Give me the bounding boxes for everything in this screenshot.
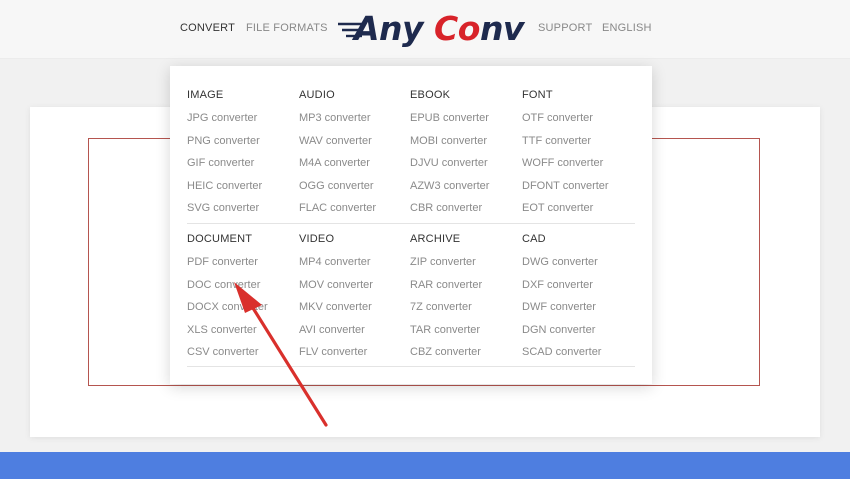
menu-item-dwg-converter[interactable]: DWG converter (522, 255, 632, 269)
menu-item-pdf-converter[interactable]: PDF converter (187, 255, 297, 269)
menu-item-mov-converter[interactable]: MOV converter (299, 278, 409, 292)
menu-item-dwf-converter[interactable]: DWF converter (522, 300, 632, 314)
menu-section-title: CAD (522, 233, 546, 245)
menu-item-7z-converter[interactable]: 7Z converter (410, 300, 520, 314)
menu-section-title: FONT (522, 89, 553, 101)
menu-item-flac-converter[interactable]: FLAC converter (299, 201, 409, 215)
menu-item-dxf-converter[interactable]: DXF converter (522, 278, 632, 292)
menu-item-xls-converter[interactable]: XLS converter (187, 323, 297, 337)
nav-support[interactable]: SUPPORT (538, 22, 592, 34)
menu-item-jpg-converter[interactable]: JPG converter (187, 111, 297, 125)
anyconv-logo[interactable]: Any Conv (336, 9, 524, 49)
menu-column-image: IMAGE JPG converter PNG converter GIF conve… (187, 88, 297, 215)
nav-file-formats[interactable]: FILE FORMATS (246, 22, 328, 34)
menu-item-tar-converter[interactable]: TAR converter (410, 323, 520, 337)
menu-item-mobi-converter[interactable]: MOBI converter (410, 134, 520, 148)
menu-item-ttf-converter[interactable]: TTF converter (522, 134, 632, 148)
menu-column-ebook: EBOOK EPUB converter MOBI converter DJVU co… (410, 88, 520, 215)
menu-item-m4a-converter[interactable]: M4A converter (299, 156, 409, 170)
menu-item-djvu-converter[interactable]: DJVU converter (410, 156, 520, 170)
menu-item-woff-converter[interactable]: WOFF converter (522, 156, 632, 170)
menu-item-mp3-converter[interactable]: MP3 converter (299, 111, 409, 125)
menu-item-avi-converter[interactable]: AVI converter (299, 323, 409, 337)
menu-item-flv-converter[interactable]: FLV converter (299, 345, 409, 359)
menu-column-font: FONT OTF converter TTF converter WOFF conve… (522, 88, 632, 215)
menu-item-cbr-converter[interactable]: CBR converter (410, 201, 520, 215)
nav-convert[interactable]: CONVERT (180, 22, 235, 34)
menu-item-mp4-converter[interactable]: MP4 converter (299, 255, 409, 269)
menu-column-video: VIDEO MP4 converter MOV converter MKV conve… (299, 232, 409, 359)
menu-item-ogg-converter[interactable]: OGG converter (299, 179, 409, 193)
menu-item-heic-converter[interactable]: HEIC converter (187, 179, 297, 193)
logo-wordmark: Any Conv (354, 9, 524, 48)
menu-section-title: DOCUMENT (187, 233, 253, 245)
menu-item-docx-converter[interactable]: DOCX converter (187, 300, 297, 314)
menu-item-mkv-converter[interactable]: MKV converter (299, 300, 409, 314)
menu-section-title: VIDEO (299, 233, 335, 245)
menu-item-svg-converter[interactable]: SVG converter (187, 201, 297, 215)
menu-column-archive: ARCHIVE ZIP converter RAR converter 7Z conv… (410, 232, 520, 359)
menu-divider (187, 223, 635, 224)
footer-bar (0, 452, 850, 479)
menu-item-csv-converter[interactable]: CSV converter (187, 345, 297, 359)
menu-section-title: IMAGE (187, 89, 224, 101)
menu-item-zip-converter[interactable]: ZIP converter (410, 255, 520, 269)
menu-item-scad-converter[interactable]: SCAD converter (522, 345, 632, 359)
menu-item-eot-converter[interactable]: EOT converter (522, 201, 632, 215)
menu-divider (187, 366, 635, 367)
menu-column-cad: CAD DWG converter DXF converter DWF convert… (522, 232, 632, 359)
refresh-o-icon: o (457, 9, 481, 48)
menu-item-cbz-converter[interactable]: CBZ converter (410, 345, 520, 359)
menu-item-doc-converter[interactable]: DOC converter (187, 278, 297, 292)
menu-column-audio: AUDIO MP3 converter WAV converter M4A conve… (299, 88, 409, 215)
top-header: CONVERT FILE FORMATS Any Conv SUPPORT EN… (0, 0, 850, 59)
menu-item-epub-converter[interactable]: EPUB converter (410, 111, 520, 125)
menu-item-wav-converter[interactable]: WAV converter (299, 134, 409, 148)
menu-section-title: EBOOK (410, 89, 451, 101)
menu-item-rar-converter[interactable]: RAR converter (410, 278, 520, 292)
menu-item-dfont-converter[interactable]: DFONT converter (522, 179, 632, 193)
nav-language[interactable]: ENGLISH (602, 22, 652, 34)
menu-item-gif-converter[interactable]: GIF converter (187, 156, 297, 170)
menu-item-otf-converter[interactable]: OTF converter (522, 111, 632, 125)
menu-section-title: ARCHIVE (410, 233, 461, 245)
menu-column-document: DOCUMENT PDF converter DOC converter DOCX c… (187, 232, 297, 359)
convert-mega-menu: IMAGE JPG converter PNG converter GIF conve… (170, 66, 652, 384)
menu-section-title: AUDIO (299, 89, 335, 101)
menu-item-dgn-converter[interactable]: DGN converter (522, 323, 632, 337)
menu-item-png-converter[interactable]: PNG converter (187, 134, 297, 148)
menu-item-azw3-converter[interactable]: AZW3 converter (410, 179, 520, 193)
